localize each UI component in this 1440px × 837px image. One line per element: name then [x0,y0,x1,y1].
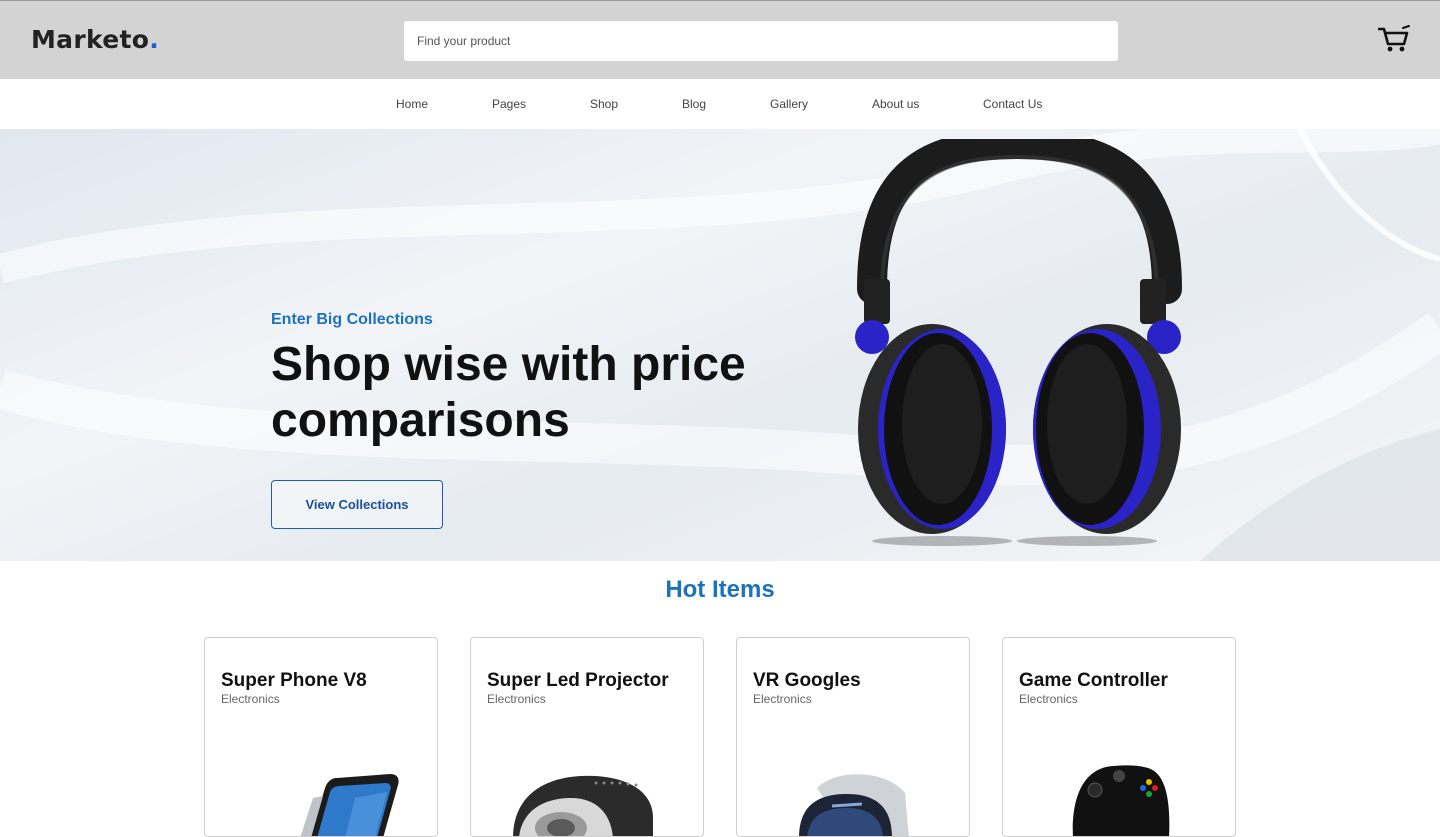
product-card-vr-googles[interactable]: VR Googles Electronics [736,637,970,837]
nav-gallery[interactable]: Gallery [770,97,808,111]
product-card-game-controller[interactable]: Game Controller Electronics [1002,637,1236,837]
top-bar: Marketo. [0,0,1440,79]
product-card-super-led-projector[interactable]: Super Led Projector Electronics [470,637,704,837]
site-logo[interactable]: Marketo. [31,25,159,54]
logo-text: Marketo [31,25,150,54]
search-input[interactable] [404,21,1118,61]
vr-headset-image [799,774,909,836]
smartphone-image [300,774,399,836]
product-category: Electronics [221,692,280,706]
hero-eyebrow: Enter Big Collections [271,311,433,328]
hot-items-title: Hot Items [665,576,775,603]
product-name: Super Phone V8 [221,670,367,691]
main-nav: Home Pages Shop Blog Gallery About us Co… [0,79,1440,129]
nav-shop[interactable]: Shop [590,97,618,111]
product-card-super-phone-v8[interactable]: Super Phone V8 Electronics [204,637,438,837]
shopping-cart-icon[interactable] [1378,25,1410,53]
product-name: Game Controller [1019,670,1168,691]
logo-dot: . [149,25,160,54]
product-category: Electronics [1019,692,1078,706]
product-name: VR Googles [753,670,861,691]
nav-blog[interactable]: Blog [682,97,706,111]
product-category: Electronics [753,692,812,706]
nav-pages[interactable]: Pages [492,97,526,111]
product-category: Electronics [487,692,546,706]
nav-contact-us[interactable]: Contact Us [983,97,1042,111]
nav-about-us[interactable]: About us [872,97,919,111]
nav-home[interactable]: Home [396,97,428,111]
view-collections-button[interactable]: View Collections [271,480,443,529]
hero-banner: Enter Big Collections Shop wise with pri… [0,129,1440,561]
projector-image [513,775,653,836]
hero-headline: Shop wise with price comparisons [271,338,746,447]
game-controller-image [1072,765,1170,836]
product-name: Super Led Projector [487,670,669,691]
headphones-image [855,139,1182,546]
